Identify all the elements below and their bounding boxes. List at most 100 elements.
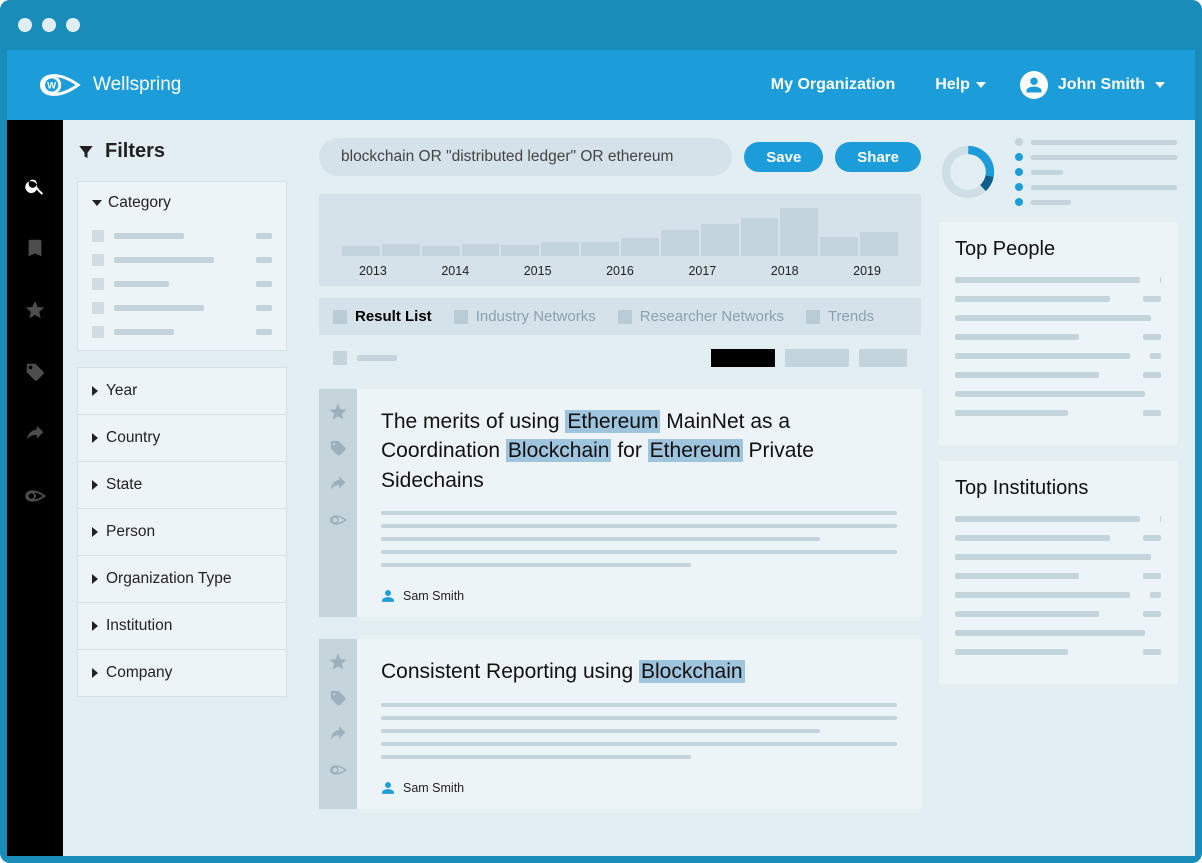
- share-icon[interactable]: [329, 725, 347, 743]
- placeholder-value: [1143, 649, 1161, 655]
- nav-my-organization[interactable]: My Organization: [771, 76, 895, 94]
- search-input[interactable]: [319, 138, 732, 176]
- timeline-bar: [382, 244, 420, 256]
- search-icon[interactable]: [24, 175, 46, 197]
- tag-icon[interactable]: [329, 439, 347, 457]
- result-author[interactable]: Sam Smith: [381, 781, 897, 795]
- filter-category-header[interactable]: Category: [78, 182, 286, 224]
- list-item[interactable]: [955, 353, 1161, 359]
- filter-accordion-item[interactable]: Institution: [78, 602, 286, 649]
- result-body: Consistent Reporting using Blockchain Sam…: [357, 639, 921, 808]
- placeholder-value: [1150, 353, 1161, 359]
- result-action-rail: [319, 389, 357, 617]
- legend-item: [1015, 198, 1177, 206]
- filter-accordion-item[interactable]: Year: [78, 368, 286, 414]
- summary-donut-card: [939, 138, 1177, 206]
- star-icon[interactable]: [329, 403, 347, 421]
- list-item[interactable]: [955, 410, 1161, 416]
- list-item[interactable]: [955, 630, 1161, 636]
- filter-option-placeholder[interactable]: [78, 272, 286, 296]
- chevron-right-icon: [92, 621, 98, 631]
- nav-help[interactable]: Help: [935, 76, 986, 94]
- placeholder-value: [1143, 410, 1161, 416]
- placeholder-line: [955, 516, 1140, 522]
- list-item[interactable]: [955, 535, 1161, 541]
- brand[interactable]: W Wellspring: [37, 68, 181, 102]
- nav-help-label: Help: [935, 76, 970, 94]
- wellspring-icon[interactable]: [329, 761, 347, 779]
- wellspring-icon[interactable]: [24, 485, 46, 507]
- timeline-bar: [462, 244, 500, 256]
- tab-researcher-networks[interactable]: Researcher Networks: [618, 308, 784, 325]
- result-title[interactable]: The merits of using Ethereum MainNet as …: [381, 407, 897, 495]
- legend-item: [1015, 183, 1177, 191]
- chevron-down-icon: [1155, 82, 1165, 88]
- filter-icon: [77, 143, 95, 161]
- timeline-bar: [581, 242, 619, 256]
- chevron-right-icon: [92, 433, 98, 443]
- list-item[interactable]: [955, 611, 1161, 617]
- filter-option-placeholder[interactable]: [78, 320, 286, 350]
- list-item[interactable]: [955, 296, 1161, 302]
- save-button[interactable]: Save: [744, 142, 823, 172]
- timeline-bar: [501, 245, 539, 256]
- placeholder-value: [1143, 334, 1161, 340]
- share-icon[interactable]: [24, 423, 46, 445]
- toolbar-button[interactable]: [785, 349, 849, 367]
- placeholder-value: [1143, 611, 1161, 617]
- wellspring-icon[interactable]: [329, 511, 347, 529]
- placeholder-value: [1143, 535, 1161, 541]
- list-item[interactable]: [955, 649, 1161, 655]
- chevron-down-icon: [976, 82, 986, 88]
- tab-label: Trends: [828, 308, 874, 325]
- results-list: The merits of using Ethereum MainNet as …: [319, 389, 921, 831]
- star-icon[interactable]: [24, 299, 46, 321]
- timeline-year-label: 2014: [441, 264, 469, 278]
- result-title[interactable]: Consistent Reporting using Blockchain: [381, 657, 897, 686]
- list-item[interactable]: [955, 516, 1161, 522]
- svg-text:W: W: [47, 81, 56, 92]
- filter-option-placeholder[interactable]: [78, 224, 286, 248]
- list-item[interactable]: [955, 372, 1161, 378]
- list-item[interactable]: [955, 334, 1161, 340]
- toolbar-icon-placeholder[interactable]: [333, 351, 347, 365]
- tab-trends[interactable]: Trends: [806, 308, 874, 325]
- share-button[interactable]: Share: [835, 142, 921, 172]
- author-name: Sam Smith: [403, 781, 464, 795]
- brand-logo-icon: W: [37, 68, 81, 102]
- tag-icon[interactable]: [24, 361, 46, 383]
- timeline-bar: [422, 246, 460, 256]
- tag-icon[interactable]: [329, 689, 347, 707]
- list-item[interactable]: [955, 554, 1161, 560]
- list-item[interactable]: [955, 592, 1161, 598]
- donut-chart-icon: [939, 143, 997, 201]
- title-text: The merits of using: [381, 410, 565, 433]
- bookmark-icon[interactable]: [24, 237, 46, 259]
- chevron-down-icon: [92, 200, 102, 206]
- list-item[interactable]: [955, 315, 1161, 321]
- filter-accordion-item[interactable]: Company: [78, 649, 286, 696]
- placeholder-value: [1160, 277, 1161, 283]
- star-icon[interactable]: [329, 653, 347, 671]
- filter-accordion-item[interactable]: State: [78, 461, 286, 508]
- list-item[interactable]: [955, 277, 1161, 283]
- timeline-year-label: 2016: [606, 264, 634, 278]
- list-item[interactable]: [955, 573, 1161, 579]
- tab-industry-networks[interactable]: Industry Networks: [454, 308, 596, 325]
- share-icon[interactable]: [329, 475, 347, 493]
- highlight-term: Ethereum: [565, 410, 660, 433]
- filter-option-placeholder[interactable]: [78, 296, 286, 320]
- result-author[interactable]: Sam Smith: [381, 589, 897, 603]
- filter-accordion-item[interactable]: Country: [78, 414, 286, 461]
- list-item[interactable]: [955, 391, 1161, 397]
- toolbar-button-active[interactable]: [711, 349, 775, 367]
- tab-icon-placeholder: [454, 310, 468, 324]
- tab-result-list[interactable]: Result List: [333, 308, 432, 325]
- filter-accordion-item[interactable]: Organization Type: [78, 555, 286, 602]
- user-menu[interactable]: John Smith: [1020, 71, 1165, 99]
- chevron-right-icon: [92, 527, 98, 537]
- toolbar-button[interactable]: [859, 349, 907, 367]
- filter-option-placeholder[interactable]: [78, 248, 286, 272]
- placeholder-line: [955, 315, 1151, 321]
- filter-accordion-item[interactable]: Person: [78, 508, 286, 555]
